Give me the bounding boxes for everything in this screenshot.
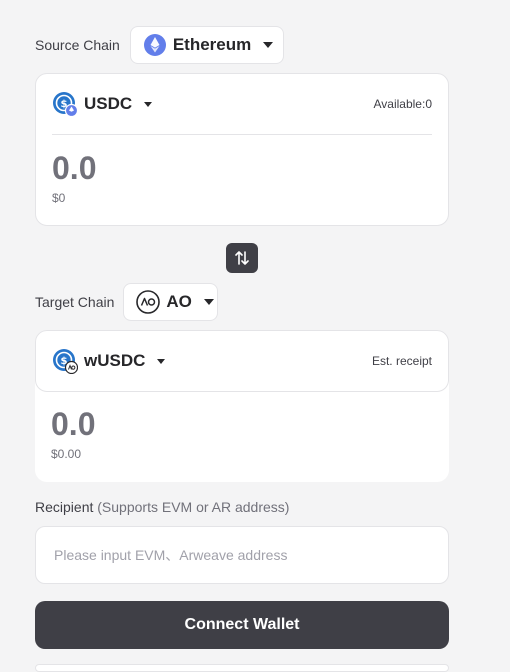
source-token-select[interactable]: $ USDC bbox=[52, 91, 153, 117]
target-amount-card: $ wUSDC Est. receipt 0.0 $0.00 bbox=[35, 330, 449, 482]
source-chain-label: Source Chain bbox=[35, 37, 120, 53]
divider bbox=[52, 134, 432, 135]
recipient-label-row: Recipient (Supports EVM or AR address) bbox=[35, 499, 289, 515]
available-balance: Available:0 bbox=[373, 97, 433, 111]
estimated-receipt-label: Est. receipt bbox=[371, 354, 432, 368]
chevron-down-icon bbox=[203, 299, 214, 305]
target-chain-row: Target Chain AO bbox=[35, 282, 219, 322]
chevron-down-icon bbox=[144, 101, 153, 107]
target-chain-select[interactable]: AO bbox=[123, 283, 219, 321]
target-token-select[interactable]: $ wUSDC bbox=[52, 348, 166, 374]
recipient-input-box bbox=[35, 526, 449, 584]
source-amount-card: $ USDC Available:0 0.0 $0 bbox=[35, 73, 449, 226]
recipient-address-input[interactable] bbox=[52, 546, 432, 564]
target-card-header: $ wUSDC Est. receipt bbox=[36, 331, 448, 391]
ethereum-icon bbox=[143, 33, 167, 57]
swap-vertical-icon bbox=[233, 249, 251, 267]
source-card-header: $ USDC Available:0 bbox=[36, 74, 448, 134]
source-chain-select[interactable]: Ethereum bbox=[129, 26, 284, 64]
swap-direction-button[interactable] bbox=[226, 243, 258, 273]
wusdc-icon: $ bbox=[52, 348, 78, 374]
target-card-header-box: $ wUSDC Est. receipt bbox=[35, 330, 449, 392]
target-chain-label: Target Chain bbox=[35, 294, 115, 310]
connect-wallet-button[interactable]: Connect Wallet bbox=[35, 601, 449, 649]
target-chain-name: AO bbox=[166, 292, 192, 311]
usdc-icon: $ bbox=[52, 91, 78, 117]
chevron-down-icon bbox=[157, 358, 166, 364]
next-card-edge bbox=[35, 664, 449, 672]
target-token-name: wUSDC bbox=[84, 351, 146, 370]
recipient-label: Recipient bbox=[35, 499, 94, 515]
source-fiat-value: $0 bbox=[52, 191, 66, 205]
source-amount-input[interactable]: 0.0 bbox=[36, 149, 448, 187]
target-amount-value: 0.0 bbox=[51, 406, 96, 442]
chevron-down-icon bbox=[263, 42, 274, 48]
source-token-name: USDC bbox=[84, 94, 133, 113]
recipient-sub-label: (Supports EVM or AR address) bbox=[97, 499, 290, 515]
source-chain-name: Ethereum bbox=[172, 35, 252, 54]
ao-icon bbox=[136, 290, 161, 314]
source-chain-row: Source Chain Ethereum bbox=[35, 25, 284, 65]
target-fiat-value: $0.00 bbox=[51, 447, 82, 461]
